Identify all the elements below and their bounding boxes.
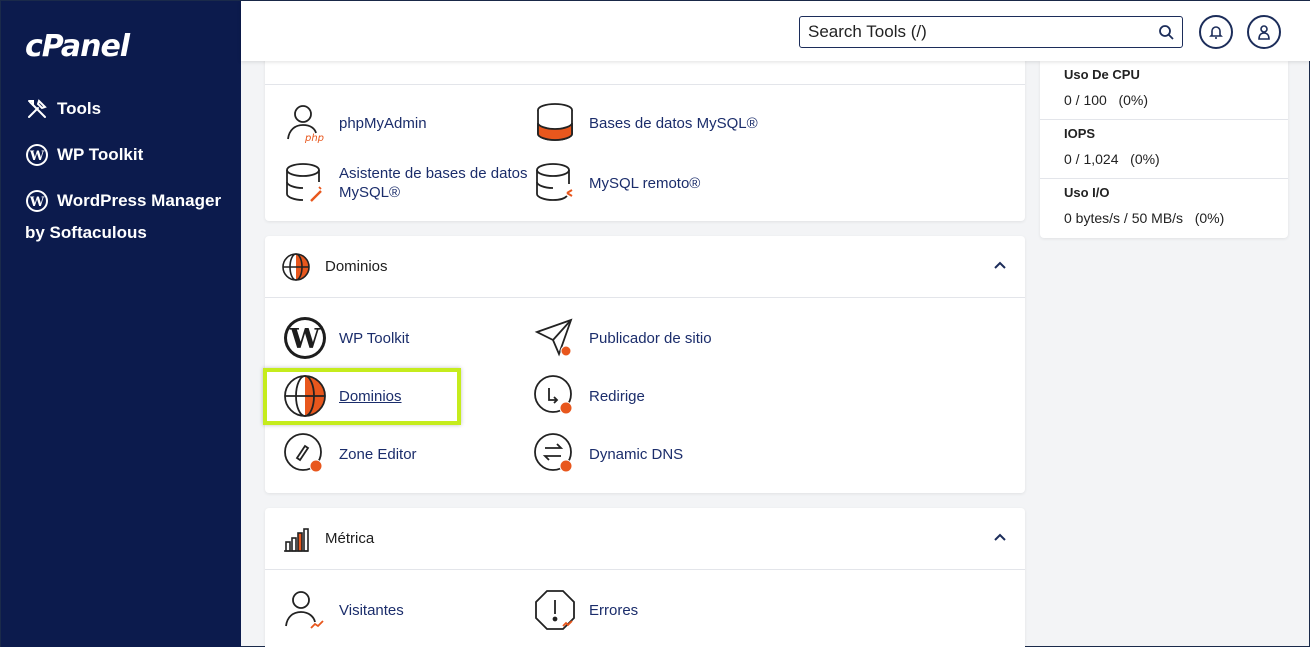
top-bar: Search Tools (/)	[241, 1, 1310, 61]
stat-cpu: Uso De CPU 0 / 100 (0%)	[1040, 61, 1288, 120]
tool-wp-toolkit[interactable]: W WP Toolkit	[283, 316, 409, 360]
globe-icon	[282, 252, 310, 281]
search-placeholder: Search Tools (/)	[808, 22, 927, 41]
divider	[265, 84, 1025, 85]
metrics-card: Métrica Visitantes Errores	[265, 508, 1025, 647]
cpanel-logo[interactable]: cPanel	[25, 29, 130, 64]
tool-label-line2: MySQL®	[339, 184, 401, 201]
tool-label: Errores	[589, 601, 639, 619]
svg-text:php: php	[304, 133, 324, 144]
domains-card: Dominios W WP Toolkit Publicador de siti…	[265, 236, 1025, 493]
chevron-up-icon[interactable]	[993, 530, 1007, 544]
stat-iops: IOPS 0 / 1,024 (0%)	[1040, 120, 1288, 179]
domains-title: Dominios	[325, 258, 388, 275]
search-input[interactable]: Search Tools (/)	[799, 16, 1183, 48]
svg-text:W: W	[29, 149, 45, 164]
tool-visitors[interactable]: Visitantes	[283, 588, 404, 632]
svg-text:W: W	[29, 195, 45, 210]
database-wizard-icon	[286, 163, 322, 202]
redirect-icon	[534, 375, 573, 415]
stat-value: 0 / 100 (0%)	[1064, 92, 1149, 108]
tool-label: Redirige	[589, 387, 645, 405]
user-menu-button[interactable]	[1247, 15, 1281, 49]
tool-label: WP Toolkit	[339, 329, 410, 347]
svg-text:W: W	[289, 324, 321, 355]
stat-title: IOPS	[1064, 126, 1096, 141]
remote-database-icon	[536, 163, 573, 201]
notifications-button[interactable]	[1199, 15, 1233, 49]
tool-redirects[interactable]: Redirige	[533, 374, 645, 418]
wordpress-icon: W	[26, 190, 48, 212]
visitors-icon	[285, 591, 324, 629]
phpmyadmin-icon: php	[287, 105, 324, 144]
zone-editor-icon	[284, 433, 323, 473]
tool-label: phpMyAdmin	[339, 114, 427, 132]
stat-io: Uso I/O 0 bytes/s / 50 MB/s (0%)	[1040, 179, 1288, 238]
sidebar-item-label: WordPress Manager	[57, 191, 222, 210]
tools-icon	[28, 99, 47, 118]
statistics-panel: Uso De CPU 0 / 100 (0%) IOPS 0 / 1,024 (…	[1040, 61, 1288, 238]
bell-icon	[1209, 26, 1223, 39]
error-icon	[535, 590, 575, 630]
tool-site-publisher[interactable]: Publicador de sitio	[533, 316, 712, 360]
sidebar: cPanel Tools W WP Toolkit W WordPress Ma…	[1, 1, 241, 647]
wordpress-icon: W	[26, 144, 48, 166]
tool-label-line1: Asistente de bases de datos	[339, 165, 528, 182]
metrics-title: Métrica	[325, 530, 375, 547]
sidebar-item-wordpress-manager[interactable]: W WordPress Manager	[25, 189, 221, 213]
sidebar-item-label: Tools	[57, 99, 102, 118]
search-icon[interactable]	[1158, 24, 1174, 40]
tool-label: Dynamic DNS	[589, 445, 684, 463]
tool-label: Publicador de sitio	[589, 329, 712, 347]
dynamic-dns-icon	[534, 433, 573, 473]
sidebar-item-label: WP Toolkit	[57, 145, 144, 164]
tool-zone-editor[interactable]: Zone Editor	[283, 432, 417, 476]
stat-value: 0 / 1,024 (0%)	[1064, 151, 1160, 167]
tool-label: Zone Editor	[339, 445, 417, 463]
tool-phpmyadmin[interactable]: php phpMyAdmin	[283, 101, 427, 145]
user-icon	[1258, 25, 1270, 40]
tool-dynamic-dns[interactable]: Dynamic DNS	[533, 432, 683, 476]
tool-label: MySQL remoto®	[589, 174, 701, 192]
database-icon	[537, 103, 573, 141]
sidebar-item-wp-toolkit[interactable]: W WP Toolkit	[25, 143, 143, 167]
paper-plane-icon	[534, 318, 573, 357]
tool-mysql-databases[interactable]: Bases de datos MySQL®	[533, 101, 758, 145]
highlight-box	[263, 368, 461, 425]
sidebar-item-tools[interactable]: Tools	[25, 97, 101, 121]
tool-label: Visitantes	[339, 601, 404, 619]
tool-label: Bases de datos MySQL®	[589, 114, 758, 132]
stat-title: Uso I/O	[1064, 185, 1110, 200]
metrics-card-header[interactable]: Métrica	[265, 508, 1025, 570]
sidebar-item-sublabel[interactable]: by Softaculous	[25, 223, 147, 243]
wordpress-icon: W	[284, 317, 326, 359]
tool-errors[interactable]: Errores	[533, 588, 638, 632]
stat-title: Uso De CPU	[1064, 67, 1140, 82]
tool-label: Asistente de bases de datos MySQL®	[339, 164, 527, 202]
tool-remote-mysql[interactable]: MySQL remoto®	[533, 161, 700, 205]
domains-card-header[interactable]: Dominios	[265, 236, 1025, 298]
bar-chart-icon	[284, 527, 309, 552]
tool-mysql-wizard[interactable]: Asistente de bases de datos MySQL®	[283, 161, 527, 205]
chevron-up-icon[interactable]	[993, 258, 1007, 272]
stat-value: 0 bytes/s / 50 MB/s (0%)	[1064, 210, 1225, 226]
